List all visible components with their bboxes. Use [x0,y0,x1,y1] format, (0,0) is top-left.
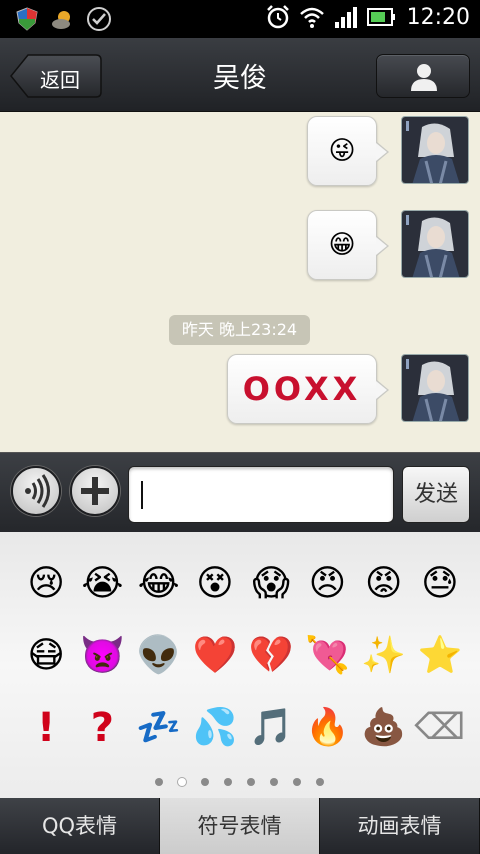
timestamp-label: 昨天 晚上23:24 [169,315,310,345]
emoji-panel: 😢 😭 😂 😵 😱 😠 😡 😓 😷 👿 👽 ❤️ 💔 💘 ✨ ⭐ ! ? 💤 💦… [0,532,480,798]
emoji-key[interactable]: 😢 [18,556,74,612]
message-bubble[interactable]: 😜 [307,116,389,186]
check-circle-icon [87,7,111,31]
emoji-key[interactable]: 😠 [299,556,355,612]
emoji-key[interactable]: 😭 [74,556,130,612]
send-button[interactable]: 发送 [402,466,470,523]
emoji-key[interactable]: 💔 [243,628,299,684]
emoji-key[interactable]: 😷 [18,628,74,684]
emoji-key[interactable]: 💩 [356,700,412,756]
avatar[interactable] [401,116,469,184]
message-row: 😁 [307,210,469,280]
emoji-key[interactable]: 😓 [412,556,468,612]
battery-icon [366,8,395,26]
chat-area[interactable]: 😜 😁 昨天 晚上23:24 OOXX [0,112,480,452]
avatar[interactable] [401,210,469,278]
page-dot [269,778,278,786]
tab-symbol-emoji[interactable]: 符号表情 [160,798,320,854]
tab-qq-emoji[interactable]: QQ表情 [0,798,160,854]
backspace-icon[interactable]: ⌫ [412,700,468,756]
page-dot [200,778,209,786]
wifi-icon [299,7,324,28]
voice-button[interactable] [11,466,61,516]
status-bar: 12:20 [0,0,480,38]
message-bubble[interactable]: 😁 [307,210,389,280]
emoji-key[interactable]: ! [18,700,74,756]
page-dot [315,778,324,786]
emoji-key[interactable]: 😱 [243,556,299,612]
emoji-key[interactable]: ? [74,700,130,756]
status-time: 12:20 [406,4,470,30]
page-dot-active [177,778,186,786]
input-bar: 发送 [0,452,480,532]
voice-icon [25,474,50,508]
emoji-key[interactable]: 💦 [187,700,243,756]
emoji-row: ! ? 💤 💦 🎵 🔥 💩 ⌫ [18,700,468,772]
page-dot [154,778,163,786]
emoji-key[interactable]: 🎵 [243,700,299,756]
person-icon [411,64,437,91]
profile-button[interactable] [376,54,470,98]
message-bubble[interactable]: OOXX [227,354,389,424]
avatar-image [402,117,468,183]
emoji-key[interactable]: 👽 [131,628,187,684]
avatar-image [402,211,468,277]
message-emoji: 😁 [328,230,356,260]
emoji-key[interactable]: 😂 [131,556,187,612]
emoji-key[interactable]: 😡 [356,556,412,612]
message-row: OOXX [227,354,469,424]
emoji-grid: 😢 😭 😂 😵 😱 😠 😡 😓 😷 👿 👽 ❤️ 💔 💘 ✨ ⭐ ! ? 💤 💦… [18,556,468,772]
weather-icon [52,11,70,29]
emoji-row: 😷 👿 👽 ❤️ 💔 💘 ✨ ⭐ [18,628,468,700]
emoji-key[interactable]: ⭐ [412,628,468,684]
message-input[interactable] [128,466,394,523]
plus-icon [81,477,109,505]
emoji-row: 😢 😭 😂 😵 😱 😠 😡 😓 [18,556,468,628]
emoji-key[interactable]: ❤️ [187,628,243,684]
signal-icon [334,7,357,28]
page-dot [292,778,301,786]
emoji-tabs: QQ表情 符号表情 动画表情 [0,798,480,854]
title-bar: 返回 吴俊 [0,38,480,112]
avatar-image [402,355,468,421]
emoji-key[interactable]: 🔥 [299,700,355,756]
emoji-key[interactable]: ✨ [356,628,412,684]
avatar[interactable] [401,354,469,422]
emoji-key[interactable]: 💤 [131,700,187,756]
page-dot [246,778,255,786]
emoji-key[interactable]: 👿 [74,628,130,684]
alarm-icon [266,5,289,29]
tab-animated-emoji[interactable]: 动画表情 [320,798,480,854]
emoji-key[interactable]: 😵 [187,556,243,612]
page-indicator [0,778,480,786]
add-button[interactable] [70,466,120,516]
page-dot [223,778,232,786]
shield-icon [16,7,38,31]
message-emoji: 😜 [328,136,356,166]
message-row: 😜 [307,116,469,186]
text-caret [141,481,143,509]
emoji-key[interactable]: 💘 [299,628,355,684]
message-text: OOXX [242,370,362,408]
